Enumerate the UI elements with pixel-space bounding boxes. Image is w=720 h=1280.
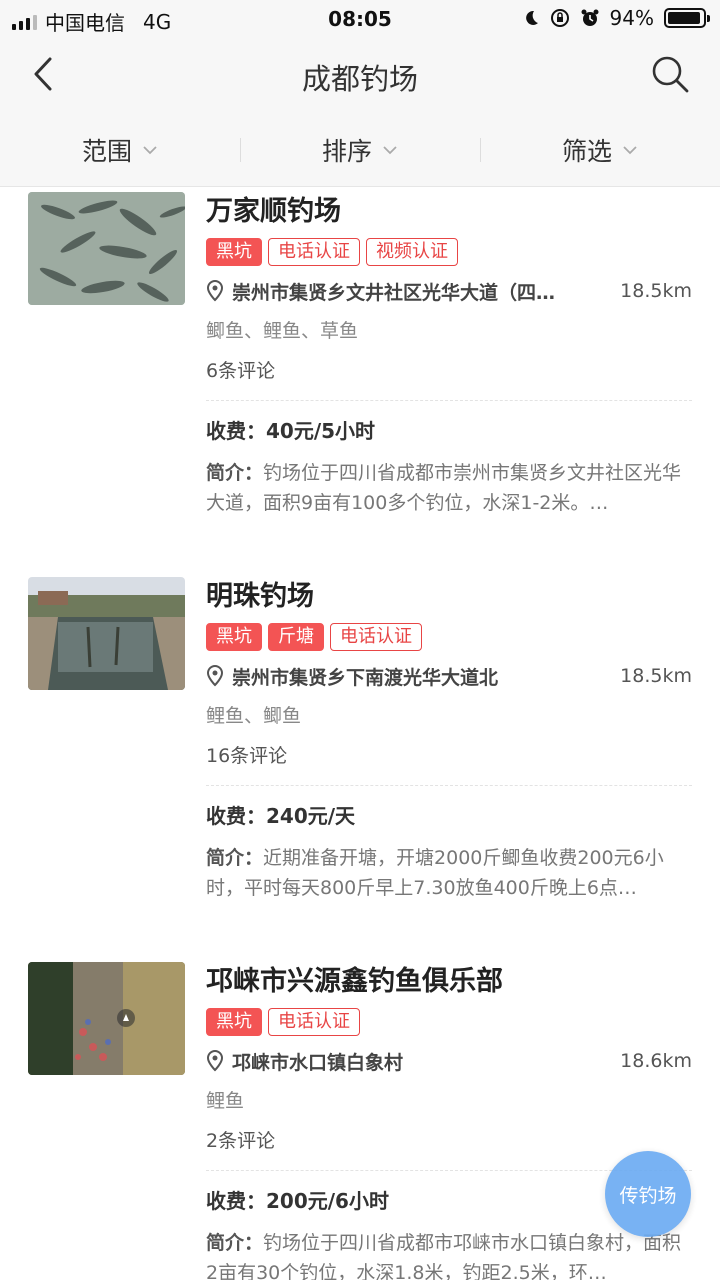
filter-bar: 范围 排序 筛选 [0,114,720,187]
fish-types: 鲫鱼、鲤鱼、草鱼 [206,320,359,342]
tag: 黑坑 [206,623,262,651]
intro-text: 钓场位于四川省成都市邛崃市水口镇白象村，面积2亩有30个钓位，水深1.8米，钓距… [206,1232,682,1280]
filter-label: 排序 [321,137,372,166]
tag-list: 黑坑 斤塘 电话认证 [206,623,692,651]
spot-info: 明珠钓场 黑坑 斤塘 电话认证 崇州市集贤乡下南渡光华大道北 18.5km 鲤鱼… [206,577,692,903]
fish-types: 鲤鱼 [206,1090,245,1112]
distance: 18.5km [620,280,692,302]
distance: 18.6km [620,1050,692,1072]
tag-list: 黑坑 电话认证 [206,1008,692,1036]
intro-text: 近期准备开塘，开塘2000斤鲫鱼收费200元6小时，平时每天800斤早上7.30… [206,847,664,899]
address: 邛崃市水口镇白象村 [232,1051,404,1074]
address: 崇州市集贤乡下南渡光华大道北 [232,666,499,689]
tag: 视频认证 [366,238,458,266]
filter-label: 筛选 [561,137,612,166]
chevron-down-icon [623,146,637,155]
intro-label: 简介： [206,847,264,869]
spot-thumbnail [28,577,185,690]
rotation-lock-icon [550,9,569,27]
intro: 简介：钓场位于四川省成都市邛崃市水口镇白象村，面积2亩有30个钓位，水深1.8米… [206,1228,692,1280]
spot-info: 邛崃市兴源鑫钓鱼俱乐部 黑坑 电话认证 邛崃市水口镇白象村 18.6km 鲤鱼 … [206,962,692,1280]
tag-list: 黑坑 电话认证 视频认证 [206,238,692,266]
location-pin-icon [206,665,224,687]
divider [206,400,692,401]
intro-label: 简介： [206,462,264,484]
upload-spot-button[interactable]: 传钓场 [605,1151,691,1237]
tag: 电话认证 [330,623,422,651]
battery-icon [664,8,710,28]
fee: 收费：240元/天 [206,804,356,828]
tag: 电话认证 [268,1008,360,1036]
carrier-label: 中国电信 [45,11,125,35]
review-count[interactable]: 6条评论 [206,356,692,386]
distance: 18.5km [620,665,692,687]
chevron-left-icon [34,57,52,91]
filter-range[interactable]: 范围 [0,114,240,186]
spot-name: 明珠钓场 [206,581,314,612]
status-bar: 中国电信 4G 08:05 94% [0,0,720,38]
fish-types: 鲤鱼、鲫鱼 [206,705,302,727]
status-right: 94% [522,6,710,30]
nav-bar: 成都钓场 [0,38,720,114]
intro: 简介：近期准备开塘，开塘2000斤鲫鱼收费200元6小时，平时每天800斤早上7… [206,843,692,903]
spot-thumbnail [28,962,185,1075]
alarm-icon [581,9,599,26]
address-row: 崇州市集贤乡下南渡光华大道北 18.5km [206,661,692,691]
tag: 黑坑 [206,1008,262,1036]
filter-sort[interactable]: 排序 [240,114,480,186]
spot-name: 万家顺钓场 [206,196,341,227]
back-button[interactable] [26,54,66,94]
intro: 简介：钓场位于四川省成都市崇州市集贤乡文井社区光华大道，面积9亩有100多个钓位… [206,458,692,518]
intro-label: 简介： [206,1232,264,1254]
address-row: 邛崃市水口镇白象村 18.6km [206,1046,692,1076]
network-label: 4G [143,9,172,34]
filter-filter[interactable]: 筛选 [480,114,720,186]
location-pin-icon [206,280,224,302]
spot-name: 邛崃市兴源鑫钓鱼俱乐部 [206,966,503,997]
location-pin-icon [206,1050,224,1072]
chevron-down-icon [143,146,157,155]
signal-icon [12,14,37,30]
search-button[interactable] [650,54,690,94]
spot-info: 万家顺钓场 黑坑 电话认证 视频认证 崇州市集贤乡文井社区光华大道（四… 18.… [206,192,692,518]
battery-fill [668,12,700,24]
intro-text: 钓场位于四川省成都市崇州市集贤乡文井社区光华大道，面积9亩有100多个钓位，水深… [206,462,682,514]
spot-thumbnail [28,192,185,305]
chevron-down-icon [383,146,397,155]
page-title: 成都钓场 [301,62,418,96]
address-row: 崇州市集贤乡文井社区光华大道（四… 18.5km [206,276,692,306]
battery-percent: 94% [609,6,654,30]
search-icon [652,56,689,93]
status-left: 中国电信 4G [12,7,171,36]
review-count[interactable]: 2条评论 [206,1126,692,1156]
review-count[interactable]: 16条评论 [206,741,692,771]
tag: 电话认证 [268,238,360,266]
tag: 黑坑 [206,238,262,266]
address: 崇州市集贤乡文井社区光华大道（四… [232,281,556,304]
tag: 斤塘 [268,623,324,651]
divider [206,785,692,786]
spot-list: 万家顺钓场 黑坑 电话认证 视频认证 崇州市集贤乡文井社区光华大道（四… 18.… [0,188,720,1280]
moon-icon [525,10,538,25]
filter-label: 范围 [81,137,132,166]
fee: 收费：40元/5小时 [206,419,376,443]
